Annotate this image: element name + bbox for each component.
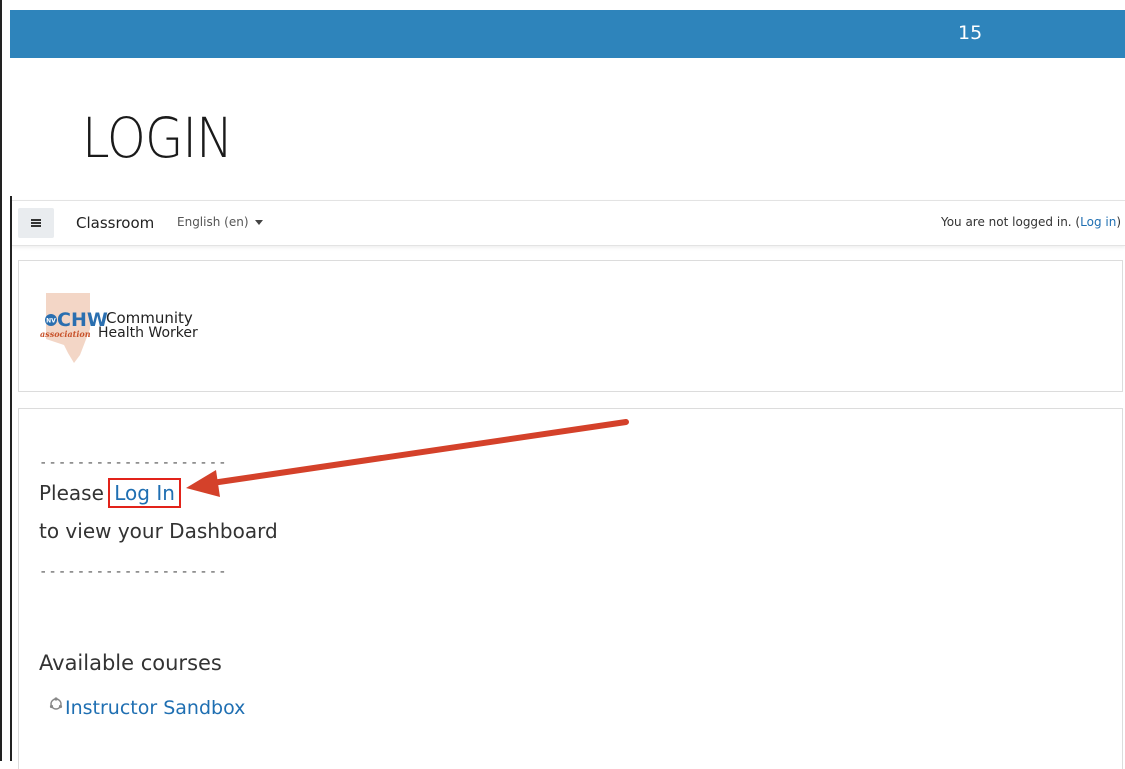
hamburger-menu-button[interactable]	[18, 208, 54, 238]
slide-number: 15	[958, 22, 983, 44]
login-status-text: You are not logged in. (	[940, 215, 1081, 229]
chw-logo: NV CHW association Community Health Work…	[34, 293, 234, 365]
hamburger-icon	[31, 219, 41, 227]
dashes-top: --------------------	[39, 455, 228, 471]
available-courses-heading: Available courses	[39, 651, 222, 675]
course-item[interactable]: Instructor Sandbox	[49, 697, 245, 719]
course-link[interactable]: Instructor Sandbox	[65, 697, 245, 719]
top-navbar: Classroom English (en) You are not logge…	[12, 200, 1125, 246]
course-icon	[49, 697, 63, 710]
logo-tagline: association	[40, 329, 91, 339]
language-selector[interactable]: English (en)	[177, 215, 263, 229]
login-status: You are not logged in. (Log in)	[941, 215, 1121, 229]
main-login-link[interactable]: Log In	[108, 478, 181, 508]
dashes-bottom: --------------------	[39, 564, 228, 580]
navbar-login-link[interactable]: Log in	[1080, 215, 1116, 229]
site-brand[interactable]: Classroom	[76, 214, 154, 232]
please-login-line: Please Log In	[39, 478, 181, 508]
logo-card: NV CHW association Community Health Work…	[18, 260, 1123, 392]
dashboard-text: to view your Dashboard	[39, 519, 278, 543]
main-content-card: -------------------- Please Log In to vi…	[18, 408, 1123, 769]
please-text: Please	[39, 481, 104, 505]
logo-line2: Health Worker	[98, 325, 198, 341]
logo-badge: NV	[46, 318, 56, 325]
site-screenshot: Classroom English (en) You are not logge…	[10, 196, 1125, 769]
login-status-suffix: )	[1116, 215, 1121, 229]
slide-title: LOGIN	[82, 106, 233, 170]
language-label: English (en)	[177, 215, 249, 229]
chevron-down-icon	[254, 220, 263, 225]
